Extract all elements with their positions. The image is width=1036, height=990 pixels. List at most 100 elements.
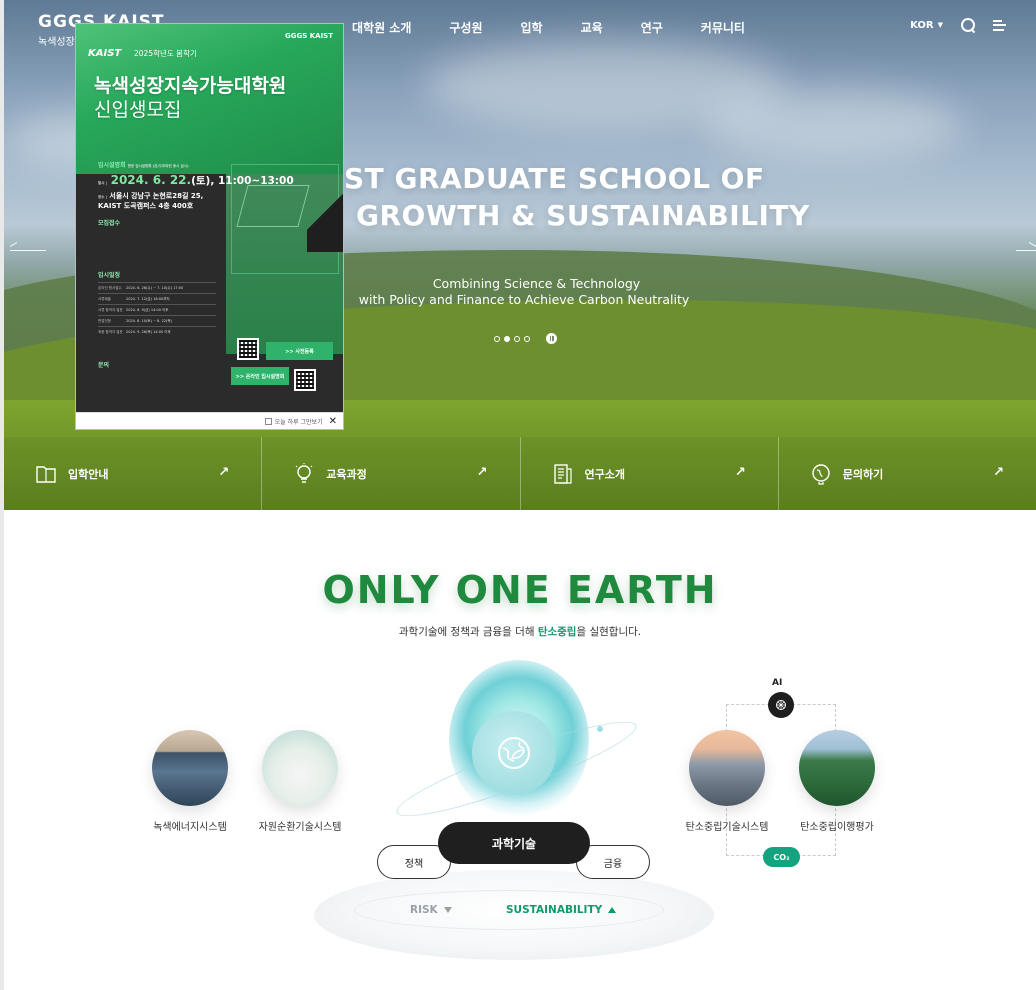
item-caption: 탄소중립이행평가 <box>800 822 874 833</box>
quick-link-label: 연구소개 <box>584 467 625 481</box>
orbit-dot <box>597 726 603 732</box>
nav-research[interactable]: 연구 <box>641 19 663 36</box>
poster-kaist-logo: KAIST <box>88 48 122 59</box>
popup-footer: 오늘 하루 그만보기 ✕ <box>76 412 343 429</box>
schedule-row: 서류제출 2024. 7. 12(금) 18:00까지 <box>98 293 216 304</box>
quick-link-label: 문의하기 <box>842 467 884 481</box>
risk-indicator: RISK <box>410 904 452 916</box>
close-icon[interactable]: ✕ <box>329 416 337 427</box>
forest-image <box>799 730 875 806</box>
ai-chip-icon <box>768 692 794 718</box>
schedule-row: 온라인 원서접수 2024. 6. 26(수) ~ 7. 10(수) 17:00 <box>98 282 216 293</box>
qr-code-icon <box>294 369 316 391</box>
language-selector[interactable]: KOR ▼ <box>910 20 943 31</box>
chevron-down-icon: ▼ <box>937 21 943 29</box>
co2-badge: CO₂ <box>763 847 800 867</box>
quick-links: 입학안내 ↗ 교육과정 ↗ 연구소개 ↗ 문의하기 ↗ <box>4 437 1036 510</box>
poster-title: 녹색성장지속가능대학원 신입생모집 <box>94 74 286 122</box>
poster-contact-heading: 문의 <box>98 362 110 369</box>
earth-leaf-icon <box>472 711 556 795</box>
pre-register-button[interactable]: >> 사전등록 <box>266 342 333 360</box>
risk-label: RISK <box>410 904 438 916</box>
hero-title-line2: GROWTH & SUSTAINABILITY <box>356 199 810 232</box>
nav-admission[interactable]: 입학 <box>521 19 543 36</box>
solar-panel-image <box>152 730 228 806</box>
quick-link-admission[interactable]: 입학안내 ↗ <box>4 437 263 510</box>
sustainability-label: SUSTAINABILITY <box>506 904 603 916</box>
quick-link-label: 교육과정 <box>326 467 367 481</box>
green-energy-item[interactable]: 녹색에너지시스템 <box>135 730 245 833</box>
triangle-down-icon <box>443 907 452 913</box>
quick-link-contact[interactable]: 문의하기 ↗ <box>778 437 1036 510</box>
poster-stripe <box>307 172 343 252</box>
science-tech-pill[interactable]: 과학기술 <box>438 822 590 864</box>
resource-recycling-item[interactable]: 자원순환기술시스템 <box>245 730 355 833</box>
search-icon[interactable] <box>961 18 975 32</box>
poster-title-line2: 신입생모집 <box>94 99 182 121</box>
item-caption: 탄소중립기술시스템 <box>685 822 769 833</box>
poster-session-heading: 입시설명회 현장 입시설명회 (온/오프라인 동시 실시) <box>98 162 189 169</box>
triangle-up-icon <box>608 907 617 913</box>
poster-badge: 2025학년도 봄학기 <box>134 49 197 58</box>
online-session-button[interactable]: >> 온라인 입시설명회 <box>231 367 289 385</box>
quick-link-curriculum[interactable]: 교육과정 ↗ <box>262 437 521 510</box>
hero-title-line1: ST GRADUATE SCHOOL OF <box>344 162 765 195</box>
ai-label: AI <box>772 678 783 688</box>
slide-dot-1[interactable] <box>494 335 500 342</box>
carbon-neutral-eval-item[interactable]: 탄소중립이행평가 <box>782 730 892 833</box>
carbon-neutral-tech-item[interactable]: 탄소중립기술시스템 <box>672 730 782 833</box>
item-caption: 녹색에너지시스템 <box>153 822 227 833</box>
menu-icon[interactable] <box>993 19 1006 31</box>
utility-bar: KOR ▼ <box>910 18 1006 32</box>
poster-title-line1: 녹색성장지속가능대학원 <box>94 75 287 97</box>
lightbulb-icon <box>294 462 314 484</box>
globe-icon <box>811 463 831 485</box>
book-icon <box>36 464 56 484</box>
dont-show-today-checkbox[interactable] <box>264 417 272 425</box>
dont-show-today-label[interactable]: 오늘 하루 그만보기 <box>275 417 323 426</box>
admission-popup[interactable]: KAIST 2025학년도 봄학기 GGGS KAIST 녹색성장지속가능대학원… <box>75 23 344 430</box>
arrow-up-right-icon: ↗ <box>734 465 746 480</box>
poster-recruit-heading: 모집접수 <box>98 220 121 227</box>
slide-pagination <box>494 333 557 344</box>
schedule-row: 면접전형 2024. 8. 10(토) ~ 8. 22(목) <box>98 315 216 326</box>
pause-icon[interactable] <box>546 333 557 344</box>
poster-contact: 문의 <box>98 360 109 373</box>
document-icon <box>553 463 573 484</box>
poster-gggs-logo: GGGS KAIST <box>285 32 333 40</box>
poster-place: 장소 | 서울시 강남구 논현로28길 25, KAIST 도곡캠퍼스 4층 4… <box>98 192 204 210</box>
language-label: KOR <box>910 19 934 31</box>
nav-members[interactable]: 구성원 <box>449 19 482 36</box>
poster-schedule-table: 온라인 원서접수 2024. 6. 26(수) ~ 7. 10(수) 17:00 … <box>98 282 216 337</box>
poster-schedule-heading: 입시일정 <box>98 272 121 279</box>
slide-dot-3[interactable] <box>514 335 520 342</box>
slide-dot-4[interactable] <box>524 335 530 342</box>
quick-link-label: 입학안내 <box>68 467 109 481</box>
arrow-up-right-icon: ↗ <box>993 465 1004 480</box>
hero-subtitle-line2: with Policy and Finance to Achieve Carbo… <box>358 292 690 307</box>
prev-slide-arrow-icon[interactable] <box>10 250 46 251</box>
poster-recruit: 모집접수 <box>98 218 120 231</box>
hero-title: ST GRADUATE SCHOOL OF GROWTH & SUSTAINAB… <box>344 160 810 234</box>
section-title: ONLY ONE EARTH <box>322 568 718 612</box>
arrow-up-right-icon: ↗ <box>218 465 230 480</box>
nav-community[interactable]: 커뮤니티 <box>701 19 745 36</box>
sustainability-indicator: SUSTAINABILITY <box>506 904 617 916</box>
section-subtitle: 과학기술에 정책과 금융을 더해 탄소중립을 실현합니다. <box>398 626 642 638</box>
next-slide-arrow-icon[interactable] <box>1016 250 1036 251</box>
nav-education[interactable]: 교육 <box>581 19 603 36</box>
schedule-row: 서류 합격자 발표 2024. 8. 9(금) 14:00 이후 <box>98 304 216 315</box>
nav-about[interactable]: 대학원 소개 <box>352 19 411 36</box>
hero-subtitle: Combining Science & Technology with Poli… <box>349 276 699 308</box>
item-caption: 자원순환기술시스템 <box>258 822 342 833</box>
recycling-image <box>262 730 338 806</box>
city-image <box>689 730 765 806</box>
arrow-up-right-icon: ↗ <box>476 465 488 480</box>
schedule-row: 최종 합격자 발표 2024. 9. 26(목) 14:00 이후 <box>98 326 216 337</box>
quick-link-research[interactable]: 연구소개 ↗ <box>520 437 779 510</box>
slide-dot-2[interactable] <box>504 335 510 342</box>
poster-date: 일시 | 2024. 6. 22.(토), 11:00~13:00 <box>98 173 294 187</box>
hero-subtitle-line1: Combining Science & Technology <box>432 276 641 291</box>
qr-code-icon <box>237 338 259 360</box>
hero-cloud <box>704 90 964 160</box>
